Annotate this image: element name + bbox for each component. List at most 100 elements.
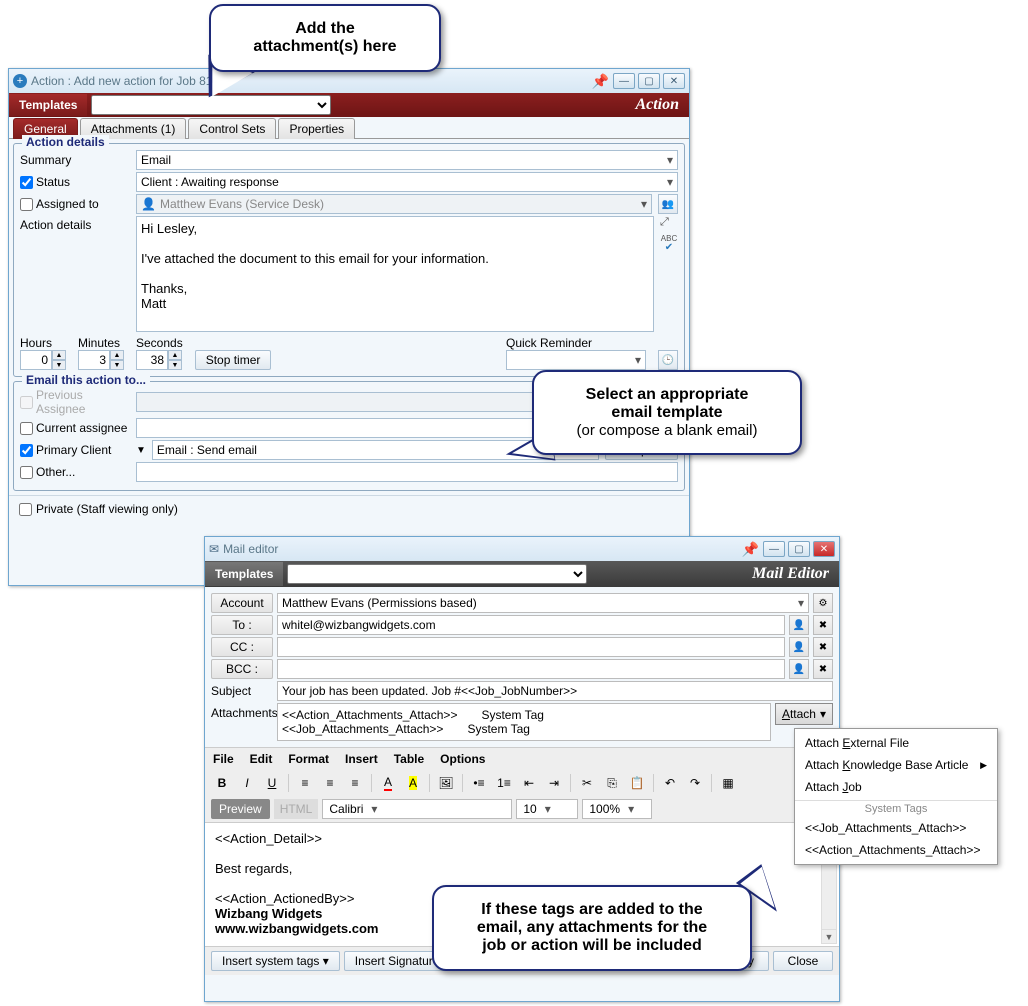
insert-system-tags-button[interactable]: Insert system tags ▾ <box>211 951 340 971</box>
seconds-input[interactable] <box>136 350 168 370</box>
quick-reminder-dropdown[interactable] <box>506 350 646 370</box>
cut-button[interactable]: ✂ <box>576 773 598 793</box>
tab-control-sets[interactable]: Control Sets <box>188 118 276 139</box>
pin-icon[interactable]: 📌 <box>742 541 759 558</box>
bold-button[interactable]: B <box>211 773 233 793</box>
cc-add-icon[interactable]: 👤 <box>789 637 809 657</box>
font-size-dropdown[interactable]: 10 <box>516 799 578 819</box>
menu-tag-action-attachments[interactable]: <<Action_Attachments_Attach>> <box>795 839 997 861</box>
underline-button[interactable]: U <box>261 773 283 793</box>
to-clear-icon[interactable]: ✖ <box>813 615 833 635</box>
bullets-button[interactable]: •≡ <box>468 773 490 793</box>
copy-button[interactable]: ⎘ <box>601 773 623 793</box>
redo-button[interactable]: ↷ <box>684 773 706 793</box>
spin-up[interactable]: ▲ <box>110 350 124 360</box>
undo-button[interactable]: ↶ <box>659 773 681 793</box>
tabs: General Attachments (1) Control Sets Pro… <box>9 117 689 139</box>
font-color-button[interactable]: A <box>377 773 399 793</box>
subject-input[interactable]: Your job has been updated. Job #<<Job_Jo… <box>277 681 833 701</box>
image-button[interactable]: 🖼 <box>435 773 457 793</box>
stop-timer-button[interactable]: Stop timer <box>195 350 272 370</box>
italic-button[interactable]: I <box>236 773 258 793</box>
bcc-button[interactable]: BCC : <box>211 659 273 679</box>
templates-button[interactable]: Templates <box>205 562 283 586</box>
templates-button[interactable]: Templates <box>9 94 87 116</box>
minimize-button[interactable]: — <box>763 541 785 557</box>
attachments-list[interactable]: <<Action_Attachments_Attach>>System Tag … <box>277 703 771 741</box>
preview-button[interactable]: Preview <box>211 799 270 819</box>
action-details-textarea[interactable]: Hi Lesley, I've attached the document to… <box>136 216 654 332</box>
font-name-dropdown[interactable]: Calibri <box>322 799 512 819</box>
account-button[interactable]: Account <box>211 593 273 613</box>
bcc-add-icon[interactable]: 👤 <box>789 659 809 679</box>
close-button[interactable]: Close <box>773 951 833 971</box>
templates-dropdown[interactable] <box>287 564 587 584</box>
hours-input[interactable] <box>20 350 52 370</box>
assigned-picker-button[interactable]: 👥 <box>658 194 678 214</box>
header-title: Mail Editor <box>752 565 829 583</box>
outdent-button[interactable]: ⇤ <box>518 773 540 793</box>
titlebar[interactable]: ✉ Mail editor 📌 — ▢ ✕ <box>205 537 839 561</box>
menu-table[interactable]: Table <box>394 752 424 766</box>
spin-down[interactable]: ▼ <box>110 360 124 370</box>
reminder-clock-button[interactable]: 🕒 <box>658 350 678 370</box>
align-center-button[interactable]: ≡ <box>319 773 341 793</box>
bcc-clear-icon[interactable]: ✖ <box>813 659 833 679</box>
minimize-button[interactable]: — <box>613 73 635 89</box>
titlebar[interactable]: + Action : Add new action for Job 81 📌 —… <box>9 69 689 93</box>
expand-icon[interactable]: ⤢ <box>660 216 678 229</box>
menu-attach-external[interactable]: Attach External File <box>795 732 997 754</box>
numbers-button[interactable]: 1≡ <box>493 773 515 793</box>
maximize-button[interactable]: ▢ <box>788 541 810 557</box>
close-button[interactable]: ✕ <box>813 541 835 557</box>
pin-icon[interactable]: 📌 <box>592 73 609 90</box>
to-button[interactable]: To : <box>211 615 273 635</box>
indent-button[interactable]: ⇥ <box>543 773 565 793</box>
paste-button[interactable]: 📋 <box>626 773 648 793</box>
close-button[interactable]: ✕ <box>663 73 685 89</box>
highlight-button[interactable]: A <box>402 773 424 793</box>
align-left-button[interactable]: ≡ <box>294 773 316 793</box>
attach-button[interactable]: Attach▾ <box>775 703 833 725</box>
current-assignee-checkbox[interactable] <box>20 422 33 435</box>
spin-down[interactable]: ▼ <box>52 360 66 370</box>
menu-options[interactable]: Options <box>440 752 485 766</box>
status-checkbox[interactable] <box>20 176 33 189</box>
primary-client-checkbox[interactable] <box>20 444 33 457</box>
spin-up[interactable]: ▲ <box>52 350 66 360</box>
menu-file[interactable]: File <box>213 752 234 766</box>
table-button[interactable]: ▦ <box>717 773 739 793</box>
assigned-checkbox[interactable] <box>20 198 33 211</box>
status-dropdown[interactable]: Client : Awaiting response <box>136 172 678 192</box>
menu-edit[interactable]: Edit <box>250 752 273 766</box>
tab-properties[interactable]: Properties <box>278 118 355 139</box>
other-checkbox[interactable] <box>20 466 33 479</box>
cc-button[interactable]: CC : <box>211 637 273 657</box>
to-input[interactable]: whitel@wizbangwidgets.com <box>277 615 785 635</box>
menu-attach-kb[interactable]: Attach Knowledge Base Article▶ <box>795 754 997 776</box>
account-dropdown[interactable]: Matthew Evans (Permissions based) <box>277 593 809 613</box>
zoom-dropdown[interactable]: 100% <box>582 799 652 819</box>
other-input[interactable] <box>136 462 678 482</box>
current-assignee-template[interactable] <box>136 418 599 438</box>
maximize-button[interactable]: ▢ <box>638 73 660 89</box>
bcc-input[interactable] <box>277 659 785 679</box>
scroll-down-icon[interactable]: ▼ <box>822 929 836 943</box>
spellcheck-icon[interactable]: ABC <box>660 235 678 253</box>
spin-up[interactable]: ▲ <box>168 350 182 360</box>
chevron-down-icon[interactable]: ▼ <box>136 445 146 456</box>
menu-attach-job[interactable]: Attach Job <box>795 776 997 798</box>
private-checkbox[interactable] <box>19 503 32 516</box>
html-button[interactable]: HTML <box>274 799 319 819</box>
menu-format[interactable]: Format <box>288 752 329 766</box>
cc-clear-icon[interactable]: ✖ <box>813 637 833 657</box>
spin-down[interactable]: ▼ <box>168 360 182 370</box>
align-right-button[interactable]: ≡ <box>344 773 366 793</box>
menu-insert[interactable]: Insert <box>345 752 378 766</box>
to-add-icon[interactable]: 👤 <box>789 615 809 635</box>
menu-tag-job-attachments[interactable]: <<Job_Attachments_Attach>> <box>795 817 997 839</box>
account-tool-icon[interactable]: ⚙ <box>813 593 833 613</box>
cc-input[interactable] <box>277 637 785 657</box>
summary-dropdown[interactable]: Email <box>136 150 678 170</box>
minutes-input[interactable] <box>78 350 110 370</box>
